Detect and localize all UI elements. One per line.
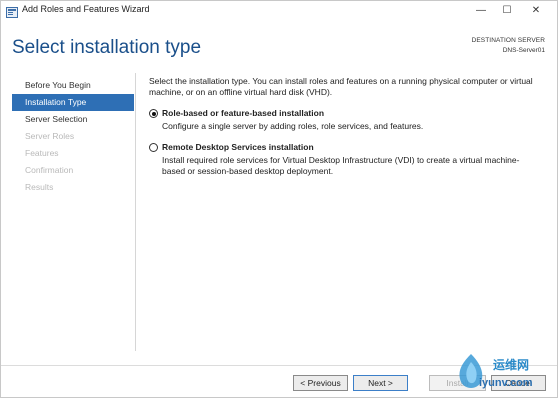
destination-server-name: DNS-Server01 bbox=[502, 47, 545, 54]
nav-item-before-you-begin[interactable]: Before You Begin bbox=[12, 77, 134, 94]
nav-item-server-selection[interactable]: Server Selection bbox=[12, 111, 134, 128]
maximize-icon[interactable]: ☐ bbox=[493, 1, 521, 20]
previous-button[interactable]: < Previous bbox=[293, 375, 348, 391]
close-icon[interactable]: ✕ bbox=[522, 1, 550, 20]
option-role-based[interactable]: Role-based or feature-based installation… bbox=[149, 108, 539, 132]
title-bar[interactable]: Add Roles and Features Wizard — ☐ ✕ bbox=[1, 1, 557, 20]
site-watermark: 运维网 iyunv.com bbox=[449, 349, 557, 397]
nav-item-confirmation: Confirmation bbox=[25, 165, 74, 175]
page-title: Select installation type bbox=[12, 37, 202, 58]
intro-text: Select the installation type. You can in… bbox=[149, 76, 533, 97]
nav-item-server-roles: Server Roles bbox=[25, 131, 75, 141]
radio-remote-desktop[interactable] bbox=[149, 143, 158, 152]
option-remote-desktop[interactable]: Remote Desktop Services installation Ins… bbox=[149, 142, 539, 177]
watermark-url: iyunv.com bbox=[479, 377, 533, 389]
option-role-based-title[interactable]: Role-based or feature-based installation bbox=[162, 108, 539, 119]
destination-server-label: DESTINATION SERVER bbox=[471, 37, 545, 44]
option-role-based-description: Configure a single server by adding role… bbox=[162, 121, 424, 131]
next-button[interactable]: Next > bbox=[353, 375, 408, 391]
nav-item-installation-type[interactable]: Installation Type bbox=[12, 94, 134, 111]
server-manager-icon bbox=[6, 5, 18, 18]
content-panel: Select the installation type. You can in… bbox=[149, 76, 539, 177]
watermark-text: 运维网 bbox=[493, 358, 530, 372]
option-remote-desktop-description: Install required role services for Virtu… bbox=[162, 155, 520, 176]
window-title: Add Roles and Features Wizard bbox=[22, 4, 150, 14]
radio-role-based[interactable] bbox=[149, 109, 158, 118]
nav-divider bbox=[135, 73, 136, 351]
wizard-window: Add Roles and Features Wizard — ☐ ✕ Sele… bbox=[0, 0, 558, 398]
nav-item-features: Features bbox=[25, 148, 59, 158]
nav-item-results: Results bbox=[25, 182, 54, 192]
minimize-icon[interactable]: — bbox=[467, 1, 495, 20]
option-remote-desktop-title[interactable]: Remote Desktop Services installation bbox=[162, 142, 539, 153]
wizard-nav: Before You Begin Installation Type Serve… bbox=[12, 77, 134, 196]
